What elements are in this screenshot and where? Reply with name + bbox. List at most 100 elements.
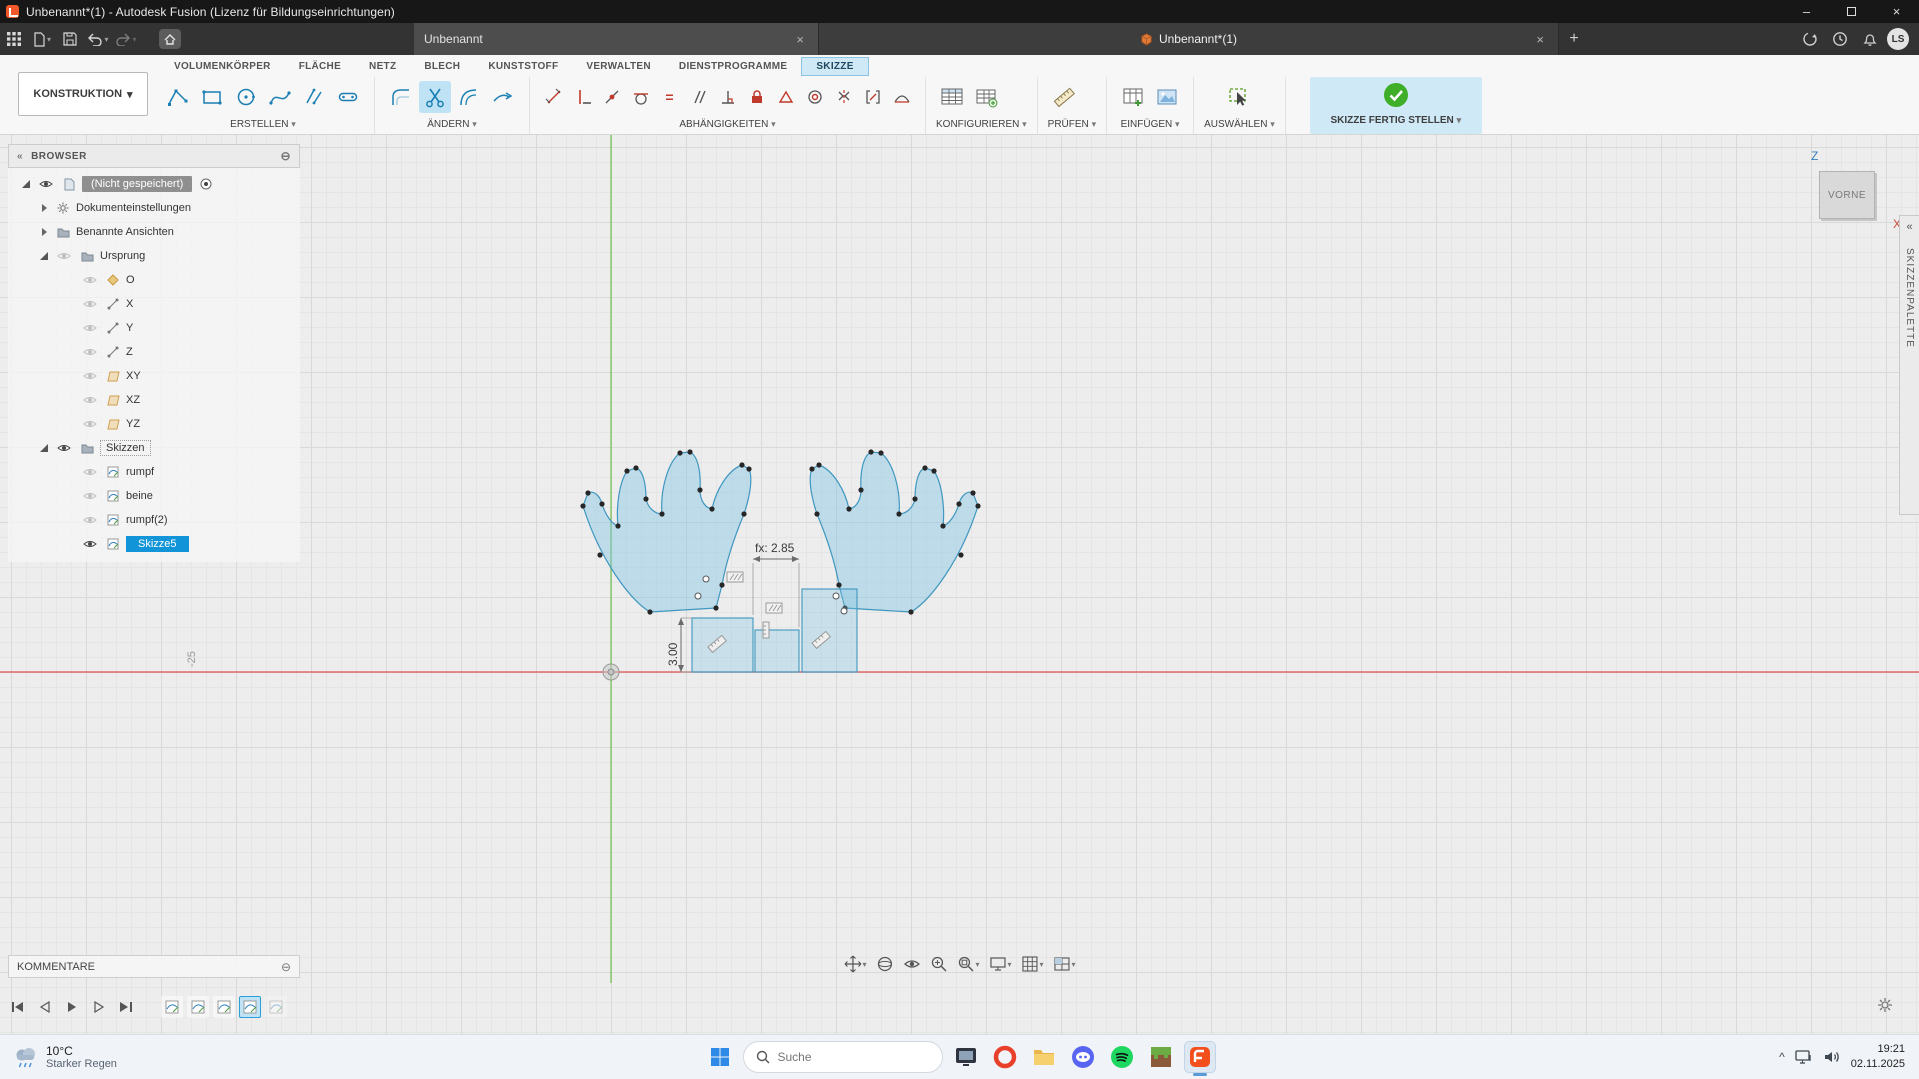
tab-skizze[interactable]: SKIZZE: [801, 57, 868, 76]
new-tab-button[interactable]: +: [1559, 23, 1589, 55]
dimension-height-text[interactable]: 3.00: [666, 642, 680, 666]
sync-status-button[interactable]: [1797, 26, 1823, 52]
tree-item-benannte-ansichten[interactable]: Benannte Ansichten: [8, 220, 300, 244]
look-at-button[interactable]: [902, 955, 920, 973]
configure-feature-table-tool[interactable]: [970, 81, 1002, 113]
workspace-selector[interactable]: KONSTRUKTION ▾: [18, 72, 148, 116]
visibility-icon[interactable]: [83, 371, 97, 381]
create-circle-tool[interactable]: [230, 81, 262, 113]
timeline-feature-sketch-pending[interactable]: [265, 996, 287, 1018]
constraint-dimension-tool[interactable]: [540, 81, 567, 113]
visibility-icon[interactable]: [83, 395, 97, 405]
save-button[interactable]: [56, 23, 84, 55]
viewports-button[interactable]: ▾: [1053, 955, 1076, 973]
network-icon[interactable]: [1795, 1049, 1813, 1065]
visibility-icon[interactable]: [83, 347, 97, 357]
taskbar-app-browser[interactable]: [989, 1041, 1021, 1073]
modify-extend-tool[interactable]: [487, 81, 519, 113]
expand-panel-icon[interactable]: «: [1906, 221, 1912, 233]
modify-offset-tool[interactable]: [453, 81, 485, 113]
comments-options-icon[interactable]: ⊖: [281, 960, 291, 974]
group-label-konfigurieren[interactable]: KONFIGURIEREN ▾: [936, 116, 1027, 134]
tree-item-x-axis[interactable]: X: [8, 292, 300, 316]
minimize-button[interactable]: –: [1784, 0, 1829, 23]
timeline-step-back-button[interactable]: [35, 997, 55, 1017]
modify-fillet-tool[interactable]: [385, 81, 417, 113]
tree-item-sketch-skizze5[interactable]: Skizze5: [8, 532, 300, 556]
create-spline-tool[interactable]: [264, 81, 296, 113]
taskbar-app-discord[interactable]: [1067, 1041, 1099, 1073]
timeline-play-button[interactable]: [62, 997, 82, 1017]
home-button[interactable]: [156, 23, 184, 55]
tab-close-icon[interactable]: ×: [792, 32, 808, 47]
viewcube[interactable]: Z VORNE X: [1811, 149, 1897, 241]
antler-profile[interactable]: [583, 452, 751, 612]
insert-canvas-tool[interactable]: [1151, 81, 1183, 113]
timeline-feature-sketch[interactable]: [213, 996, 235, 1018]
tree-root-document[interactable]: (Nicht gespeichert): [8, 172, 300, 196]
pan-button[interactable]: ▾: [843, 955, 866, 973]
constraint-coincident-tool[interactable]: [598, 81, 625, 113]
tree-item-z-axis[interactable]: Z: [8, 340, 300, 364]
create-line-tool[interactable]: [162, 81, 194, 113]
visibility-icon[interactable]: [83, 299, 97, 309]
fit-button[interactable]: ▾: [956, 955, 979, 973]
timeline-go-to-end-button[interactable]: [116, 997, 136, 1017]
viewcube-front-face[interactable]: VORNE: [1819, 171, 1875, 219]
undo-button[interactable]: ▾: [84, 23, 112, 55]
collapse-panel-icon[interactable]: «: [17, 151, 23, 162]
search-input[interactable]: [778, 1050, 918, 1064]
model-canvas[interactable]: -25: [0, 135, 1919, 1034]
tree-item-sketch-rumpf2[interactable]: rumpf(2): [8, 508, 300, 532]
user-avatar[interactable]: LS: [1887, 28, 1909, 50]
job-status-button[interactable]: [1827, 26, 1853, 52]
visibility-icon[interactable]: [83, 275, 97, 285]
timeline-go-to-start-button[interactable]: [8, 997, 28, 1017]
tab-flaeche[interactable]: FLÄCHE: [285, 58, 355, 75]
comments-bar[interactable]: KOMMENTARE ⊖: [8, 955, 300, 978]
constraint-curvature-tool[interactable]: [888, 81, 915, 113]
display-settings-button[interactable]: ▾: [988, 955, 1011, 973]
visibility-icon[interactable]: [83, 419, 97, 429]
dimension-height[interactable]: 3.00: [666, 618, 692, 672]
weather-widget[interactable]: 10°C Starker Regen: [0, 1044, 117, 1070]
tree-item-dokumenteinstellungen[interactable]: Dokumenteinstellungen: [8, 196, 300, 220]
finish-sketch-button[interactable]: SKIZZE FERTIG STELLEN ▾: [1310, 77, 1482, 134]
group-label-erstellen[interactable]: ERSTELLEN ▾: [162, 116, 364, 134]
taskbar-clock[interactable]: 19:21 02.11.2025: [1851, 1042, 1905, 1072]
constraint-tangent-tool[interactable]: [627, 81, 654, 113]
constraint-horizontal-vertical-tool[interactable]: [569, 81, 596, 113]
configure-table-tool[interactable]: [936, 81, 968, 113]
volume-icon[interactable]: [1823, 1049, 1841, 1065]
tree-item-yz-plane[interactable]: YZ: [8, 412, 300, 436]
tab-close-icon[interactable]: ×: [1532, 32, 1548, 47]
browser-header[interactable]: « BROWSER ⊖: [8, 144, 300, 168]
modify-trim-tool[interactable]: [419, 81, 451, 113]
constraint-fix-tool[interactable]: [743, 81, 770, 113]
tree-folder-skizzen[interactable]: Skizzen: [8, 436, 300, 460]
taskbar-search[interactable]: [743, 1041, 943, 1073]
tab-volumenkoerper[interactable]: VOLUMENKÖRPER: [160, 58, 285, 75]
visibility-icon[interactable]: [57, 443, 71, 453]
visibility-icon[interactable]: [57, 251, 71, 261]
activate-radio-icon[interactable]: [200, 178, 212, 190]
group-label-aendern[interactable]: ÄNDERN ▾: [385, 116, 519, 134]
grid-settings-button[interactable]: ▾: [1021, 955, 1044, 973]
tree-item-origin-point[interactable]: O: [8, 268, 300, 292]
tree-item-sketch-rumpf[interactable]: rumpf: [8, 460, 300, 484]
tab-blech[interactable]: BLECH: [410, 58, 474, 75]
taskbar-app-desktop[interactable]: [950, 1041, 982, 1073]
visibility-icon[interactable]: [83, 515, 97, 525]
taskbar-app-spotify[interactable]: [1106, 1041, 1138, 1073]
inspect-measure-tool[interactable]: [1048, 81, 1080, 113]
tray-expand-icon[interactable]: ^: [1779, 1050, 1785, 1064]
tab-dienstprogramme[interactable]: DIENSTPROGRAMME: [665, 58, 801, 75]
start-button[interactable]: [704, 1041, 736, 1073]
tab-unbenannt-1[interactable]: Unbenannt*(1) ×: [819, 23, 1559, 55]
tree-item-xy-plane[interactable]: XY: [8, 364, 300, 388]
tab-verwalten[interactable]: VERWALTEN: [572, 58, 665, 75]
close-button[interactable]: ×: [1874, 0, 1919, 23]
tree-folder-ursprung[interactable]: Ursprung: [8, 244, 300, 268]
visibility-icon[interactable]: [83, 323, 97, 333]
taskbar-app-explorer[interactable]: [1028, 1041, 1060, 1073]
